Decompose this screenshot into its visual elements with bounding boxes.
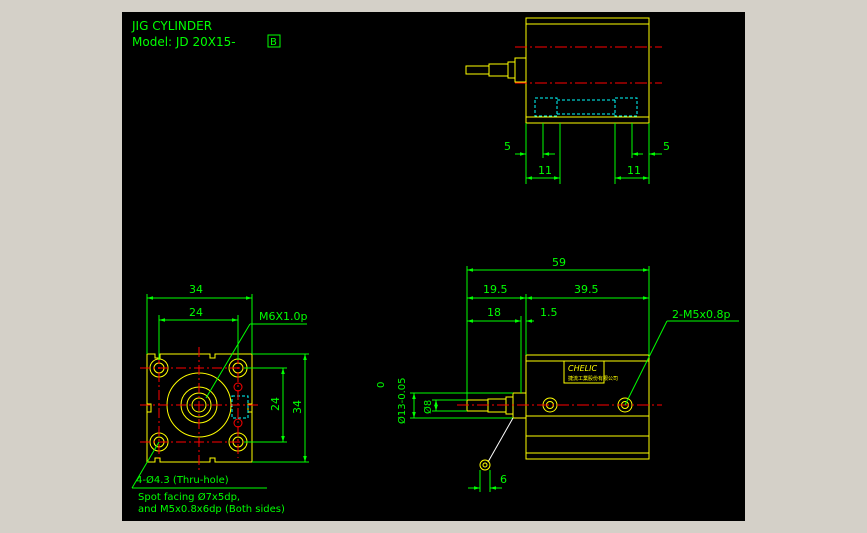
top-end-plate — [514, 57, 527, 83]
top-nut — [488, 63, 509, 77]
spot-facing-note-2: and M5x0.8x6dp (Both sides) — [138, 504, 285, 515]
brand-label: CHELIC — [568, 364, 597, 373]
side-dim-19-5: 19.5 — [483, 283, 508, 296]
top-dim-5-left: 5 — [504, 140, 511, 153]
front-dim-34-right: 34 — [291, 400, 304, 414]
brand-sublabel: 捷流工業股份有限公司 — [568, 375, 618, 382]
top-dim-11-left: 11 — [538, 164, 552, 177]
side-dim-59: 59 — [552, 256, 566, 269]
tolerance-bore: Ø13-0.05 — [396, 378, 408, 424]
side-dim-18: 18 — [487, 306, 501, 319]
ports-label: 2-M5x0.8p — [672, 308, 730, 321]
rod-end-leader — [487, 417, 514, 463]
front-dim-34-top: 34 — [189, 283, 203, 296]
top-dim-11-right: 11 — [627, 164, 641, 177]
model-label: Model: JD 20X15- — [132, 35, 236, 49]
front-view: 34 24 M6X1.0p 24 34 4-Ø4.3 (Thru-hole) S… — [131, 283, 309, 515]
top-port-left — [534, 97, 558, 117]
top-body — [525, 17, 650, 124]
side-dim-1-5: 1.5 — [540, 306, 558, 319]
side-view: CHELIC 捷流工業股份有限公司 59 19.5 39.5 18 1.5 2-… — [376, 256, 739, 492]
drawing-canvas[interactable]: JIG CYLINDER Model: JD 20X15- B 5 5 11 1… — [122, 12, 745, 521]
top-view: 5 5 11 11 — [465, 17, 670, 184]
thread-label: M6X1.0p — [259, 310, 308, 323]
front-dim-24-right: 24 — [269, 397, 282, 411]
rod-diameter: Ø8 — [422, 400, 434, 414]
tolerance-top: 0 — [376, 382, 387, 388]
holes-note: 4-Ø4.3 (Thru-hole) — [136, 474, 229, 486]
side-dim-6: 6 — [500, 473, 507, 486]
spot-facing-note-1: Spot facing Ø7x5dp, — [138, 491, 240, 503]
top-port-right — [614, 97, 638, 117]
title-block: JIG CYLINDER Model: JD 20X15- B — [131, 19, 281, 49]
drawing-title: JIG CYLINDER — [131, 19, 212, 33]
front-dim-24-top: 24 — [189, 306, 203, 319]
cad-drawing: JIG CYLINDER Model: JD 20X15- B 5 5 11 1… — [131, 17, 739, 515]
side-dim-39-5: 39.5 — [574, 283, 599, 296]
model-suffix: B — [270, 37, 277, 48]
top-rod — [465, 65, 490, 75]
top-dim-5-right: 5 — [663, 140, 670, 153]
front-hidden-port — [231, 395, 249, 419]
